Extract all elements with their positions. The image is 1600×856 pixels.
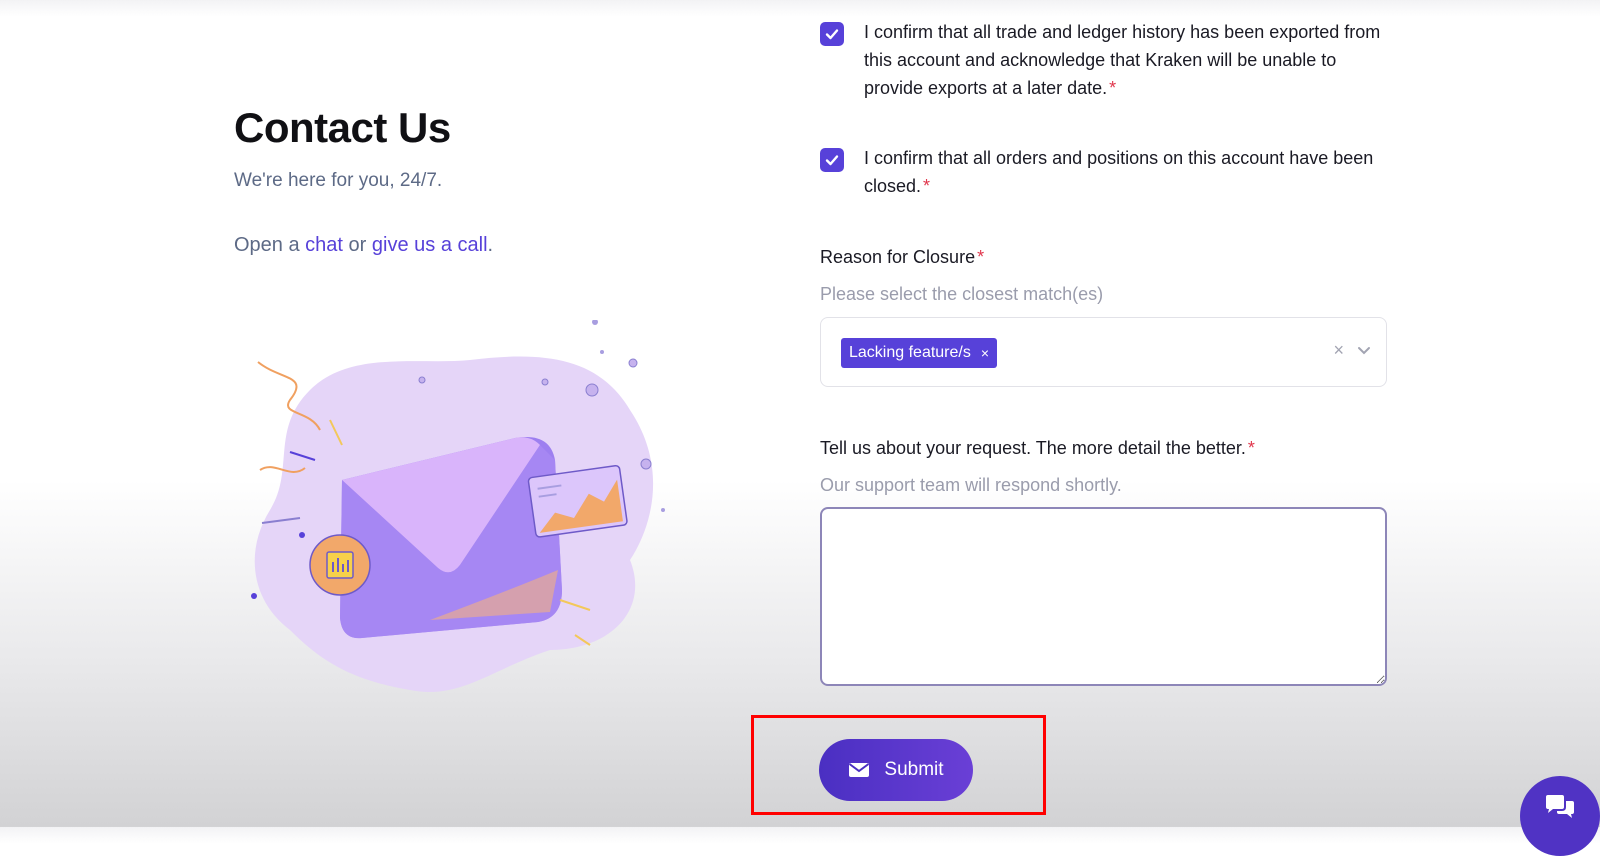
contact-panel: Contact Us We're here for you, 24/7. Ope…: [234, 104, 694, 257]
confirm-closed-text: I confirm that all orders and positions …: [864, 148, 1374, 196]
call-link[interactable]: give us a call: [372, 234, 488, 256]
confirm-closed-checkbox[interactable]: [820, 148, 844, 172]
reason-label-text: Reason for Closure: [820, 247, 976, 267]
contact-prefix: Open a: [234, 234, 306, 256]
confirm-closed-row[interactable]: I confirm that all orders and positions …: [820, 144, 1384, 200]
confirm-exports-checkbox[interactable]: [820, 22, 844, 46]
contact-middle: or: [342, 234, 372, 256]
reason-select[interactable]: Lacking feature/s × ×: [820, 317, 1387, 387]
chat-bubbles-icon: [1546, 795, 1574, 818]
chat-widget-button[interactable]: [1520, 776, 1600, 856]
submit-label: Submit: [884, 759, 944, 780]
request-label: Tell us about your request. The more det…: [820, 438, 1255, 459]
request-help: Our support team will respond shortly.: [820, 475, 1122, 495]
check-icon: [825, 155, 839, 166]
required-marker: *: [977, 247, 985, 267]
remove-tag-icon[interactable]: ×: [981, 345, 989, 361]
contact-suffix: .: [487, 234, 494, 256]
required-marker: *: [923, 176, 931, 196]
selected-reason-tag: Lacking feature/s ×: [841, 338, 998, 368]
envelope-illustration: [251, 320, 665, 692]
reason-help: Please select the closest match(es): [820, 284, 1104, 304]
contact-options: Open a chat or give us a call.: [234, 234, 694, 257]
request-label-text: Tell us about your request. The more det…: [820, 438, 1246, 458]
required-marker: *: [1247, 438, 1255, 458]
reason-label: Reason for Closure *: [820, 247, 984, 268]
selected-reason-label: Lacking feature/s: [849, 344, 971, 361]
submit-button[interactable]: Submit: [819, 739, 973, 801]
envelope-icon: [849, 763, 870, 777]
page-title: Contact Us: [234, 104, 451, 151]
check-icon: [825, 29, 839, 40]
chat-link[interactable]: chat: [305, 234, 343, 256]
request-details-textarea[interactable]: [820, 507, 1387, 686]
confirm-exports-label: I confirm that all trade and ledger hist…: [864, 18, 1384, 102]
required-marker: *: [1109, 78, 1117, 98]
confirm-exports-text: I confirm that all trade and ledger hist…: [864, 22, 1381, 98]
chevron-down-icon[interactable]: [1356, 340, 1372, 360]
confirm-exports-row[interactable]: I confirm that all trade and ledger hist…: [820, 18, 1384, 102]
clear-selection-icon[interactable]: ×: [1333, 340, 1344, 361]
page-subtitle: We're here for you, 24/7.: [234, 170, 443, 191]
confirm-closed-label: I confirm that all orders and positions …: [864, 144, 1384, 200]
